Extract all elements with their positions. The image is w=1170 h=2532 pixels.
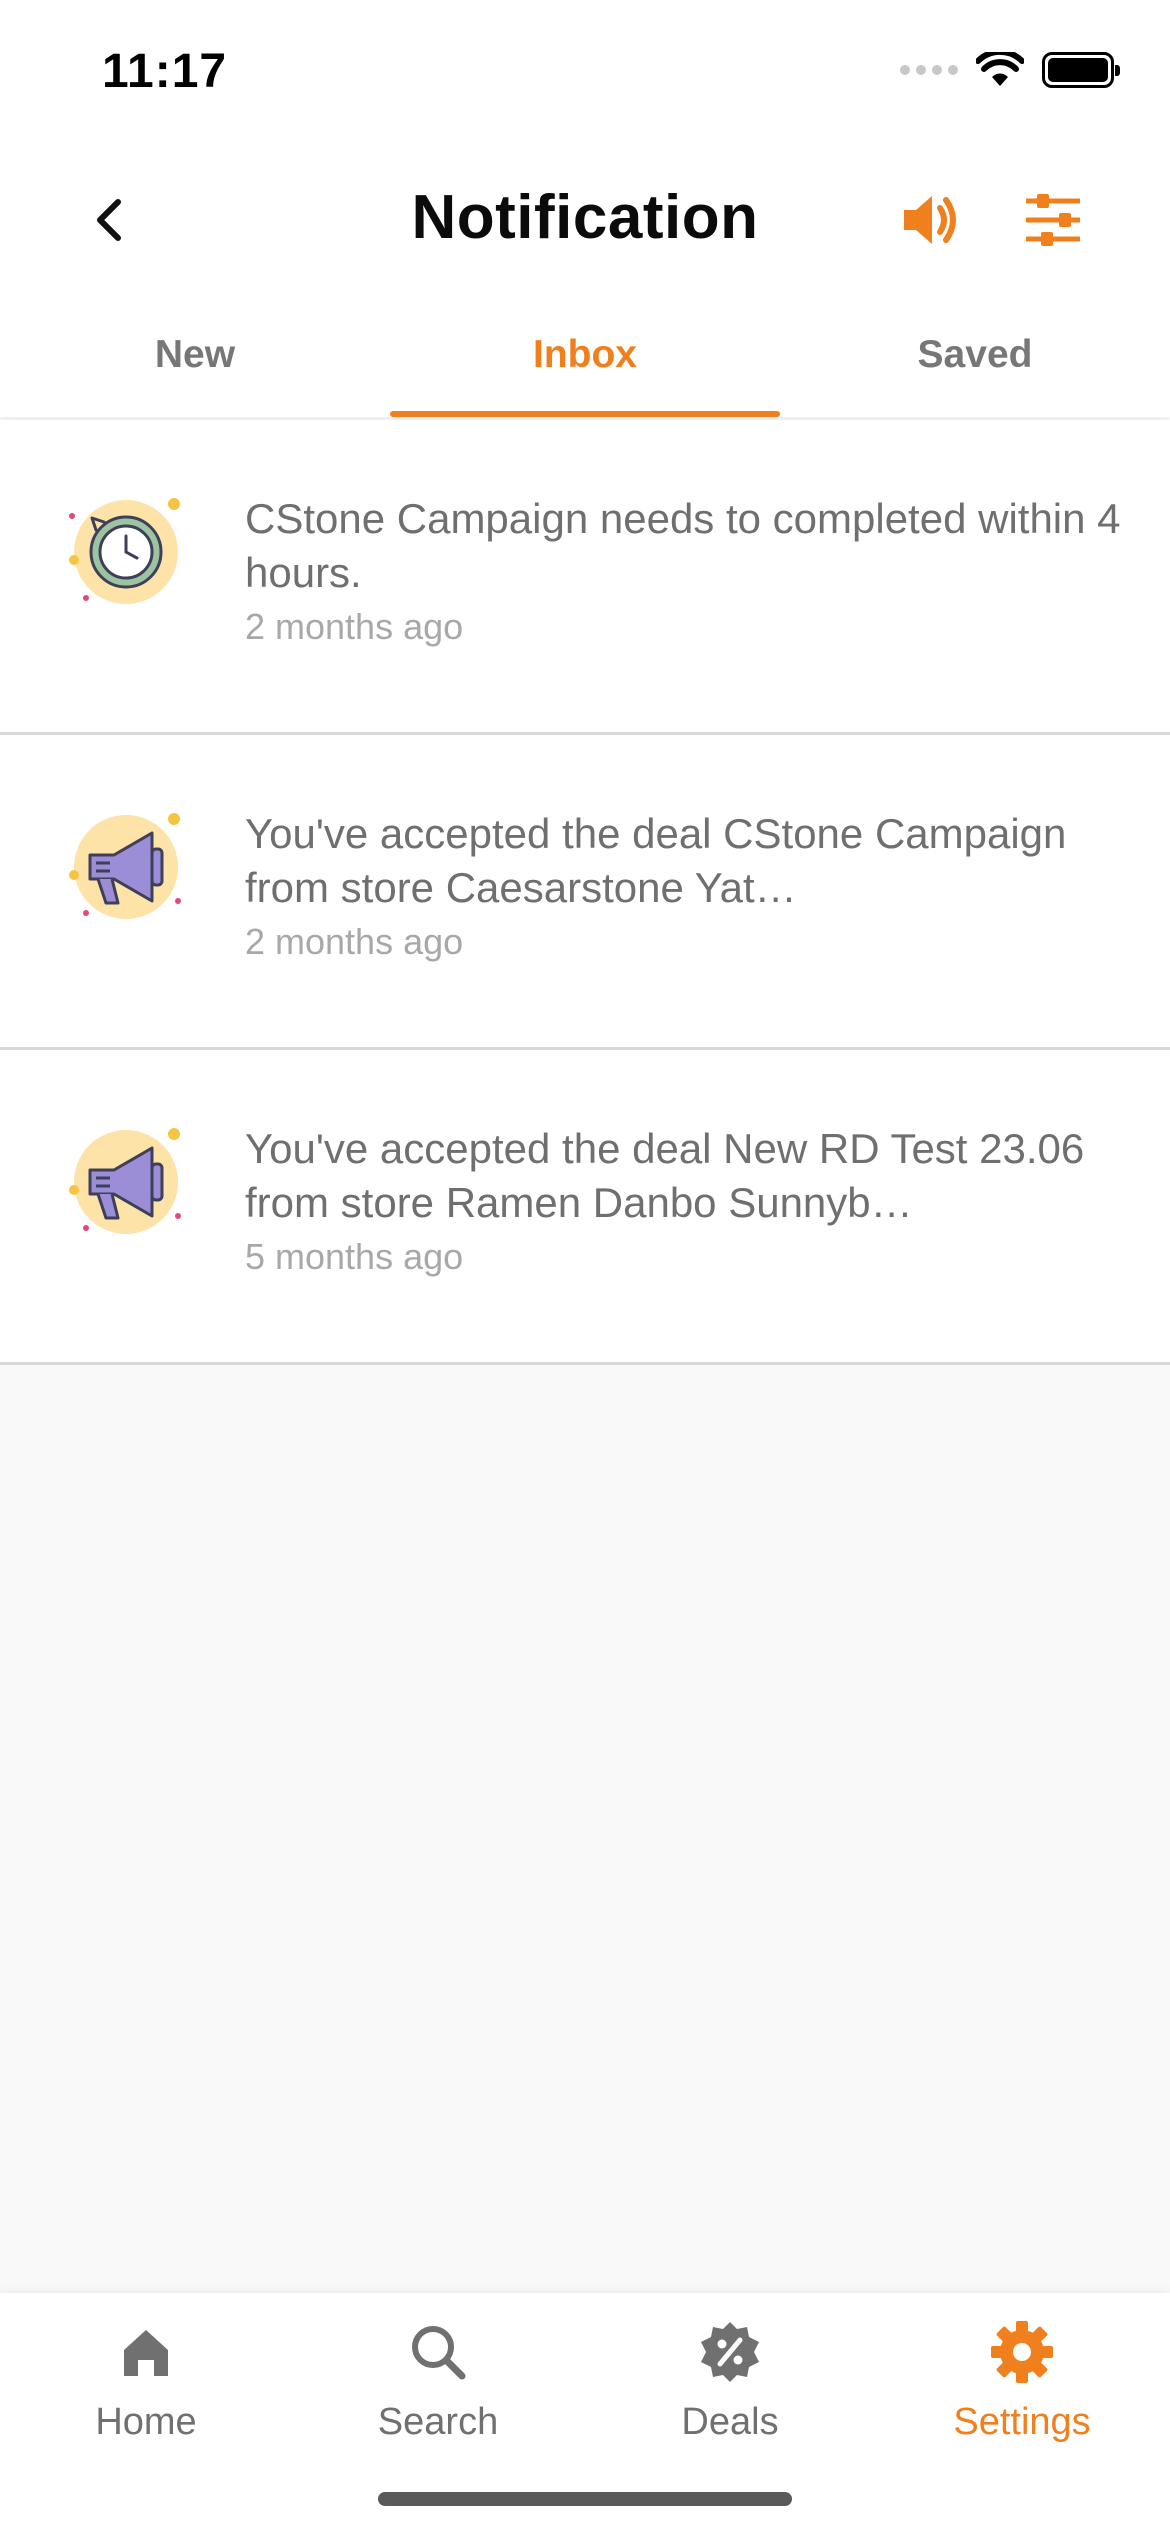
- nav-deals[interactable]: Deals: [584, 2317, 876, 2467]
- notification-body: You've accepted the deal New RD Test 23.…: [245, 1122, 1125, 1278]
- nav-search[interactable]: Search: [292, 2317, 584, 2467]
- notification-item[interactable]: You've accepted the deal CStone Campaign…: [0, 735, 1170, 1050]
- nav-home-label: Home: [95, 2401, 197, 2443]
- cellular-signal-icon: [900, 65, 958, 75]
- wifi-icon: [976, 52, 1024, 86]
- clock-icon: [69, 498, 180, 604]
- notification-message: CStone Campaign needs to completed withi…: [245, 495, 1121, 596]
- megaphone-icon: [69, 813, 181, 919]
- nav-settings[interactable]: Settings: [876, 2317, 1168, 2467]
- notification-message: You've accepted the deal CStone Campaign…: [245, 810, 1067, 911]
- notification-time: 2 months ago: [245, 921, 464, 962]
- status-bar: 11:17: [0, 0, 1170, 140]
- tab-saved[interactable]: Saved: [780, 300, 1170, 417]
- filter-button[interactable]: [1018, 184, 1088, 256]
- home-indicator: [378, 2492, 792, 2506]
- gear-icon: [991, 2321, 1053, 2383]
- notification-item[interactable]: CStone Campaign needs to completed withi…: [0, 420, 1170, 735]
- speaker-icon: [904, 196, 956, 244]
- tab-inbox[interactable]: Inbox: [390, 300, 780, 417]
- notification-list: CStone Campaign needs to completed withi…: [0, 420, 1170, 1365]
- notification-body: You've accepted the deal CStone Campaign…: [245, 807, 1125, 963]
- nav-search-label: Search: [377, 2401, 499, 2443]
- tab-bar: New Inbox Saved: [0, 300, 1170, 417]
- status-time: 11:17: [102, 45, 228, 98]
- header: Notification: [0, 140, 1170, 300]
- megaphone-icon: [69, 1128, 181, 1234]
- page-title: Notification: [411, 183, 759, 252]
- notification-body: CStone Campaign needs to completed withi…: [245, 492, 1125, 648]
- nav-deals-label: Deals: [681, 2401, 779, 2443]
- notification-item[interactable]: You've accepted the deal New RD Test 23.…: [0, 1050, 1170, 1365]
- nav-settings-label: Settings: [953, 2401, 1091, 2443]
- search-icon: [412, 2326, 466, 2380]
- home-icon: [124, 2330, 168, 2376]
- notification-message: You've accepted the deal New RD Test 23.…: [245, 1125, 1085, 1226]
- battery-icon: [1042, 52, 1120, 88]
- sliders-icon: [1026, 194, 1080, 246]
- nav-home[interactable]: Home: [0, 2317, 292, 2467]
- status-icons: [900, 52, 1120, 88]
- tab-new[interactable]: New: [0, 300, 390, 417]
- notification-time: 5 months ago: [245, 1236, 464, 1277]
- notification-time: 2 months ago: [245, 606, 464, 647]
- deals-icon: [701, 2322, 759, 2382]
- sound-button[interactable]: [893, 182, 969, 258]
